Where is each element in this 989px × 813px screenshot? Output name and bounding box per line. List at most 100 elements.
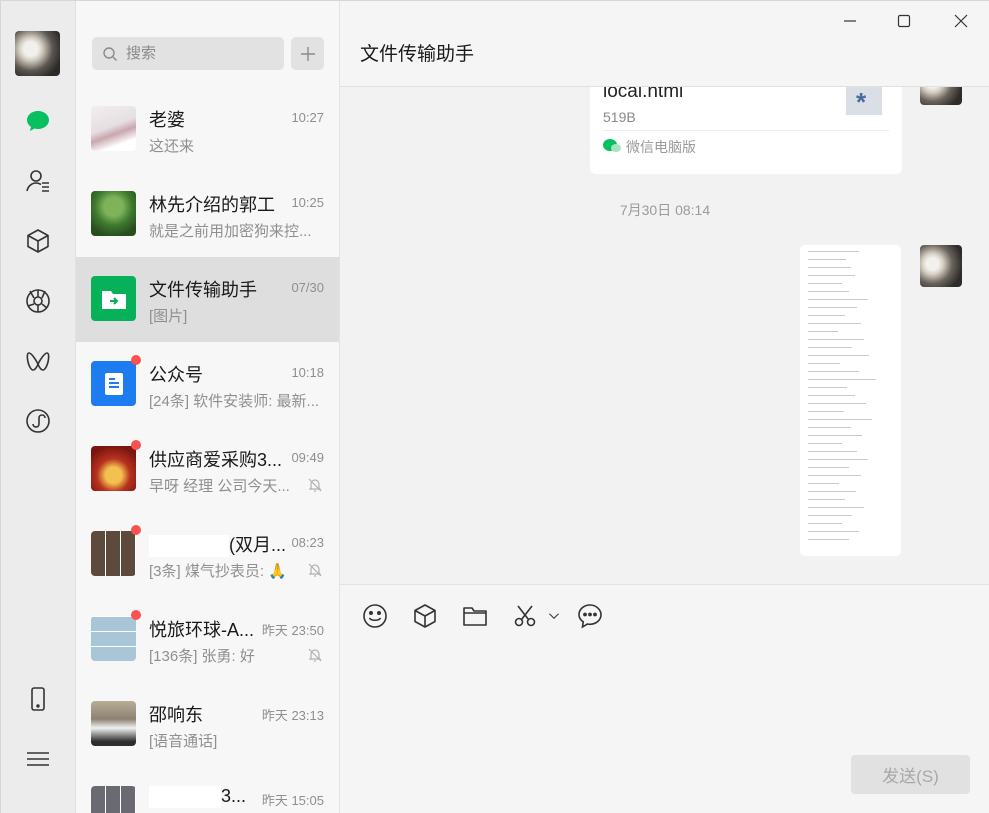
file-type-icon: * [846,87,882,117]
message-composer: 发送(S) [340,584,989,813]
chat-item[interactable]: 悦旅环球-A... 昨天 23:50 [136条] 张勇: 好 [76,597,339,682]
chat-preview: 这还来 [149,138,195,155]
favorites-button[interactable] [408,599,442,633]
file-transfer-avatar [91,276,136,321]
unread-dot [131,610,141,620]
chat-name: 公众号 [149,365,203,385]
divider [603,130,889,131]
group-avatar [91,786,136,813]
chat-item[interactable]: 老婆 10:27 这还来 [76,87,339,172]
search-box[interactable] [92,37,284,70]
add-button[interactable] [291,37,324,70]
unread-dot [131,355,141,365]
group-avatar [91,616,136,661]
chat-item[interactable]: 3... 昨天 15:05 [76,767,339,813]
conversation-header: 文件传输助手 [340,1,989,87]
chat-preview: [语音通话] [149,733,218,750]
chat-name: (双月... [149,531,286,558]
chat-name: 林先介绍的郭工 [149,195,275,215]
unread-dot [131,525,141,535]
phone-icon[interactable] [21,682,55,716]
conversation-title: 文件传输助手 [360,44,475,65]
contacts-icon[interactable] [21,164,55,198]
mute-bell-icon [308,478,322,492]
close-button[interactable] [941,7,981,35]
chat-name: 3... [149,786,246,809]
chat-preview: [图片] [149,308,188,325]
emoji-icon [363,604,387,628]
send-file-button[interactable] [458,599,492,633]
close-icon [954,14,968,28]
message-area: local.html 519B * 微信电脑版 7月30日 08:14 [340,87,989,584]
search-input[interactable] [126,45,276,62]
chat-item[interactable]: 文件传输助手 07/30 [图片] [76,257,339,342]
chat-name: 邵响东 [149,705,203,725]
chat-time: 10:18 [291,365,324,380]
file-source: 微信电脑版 [626,139,696,155]
folder-arrow-icon [101,290,126,309]
maximize-icon [897,14,911,28]
chat-time: 09:49 [291,450,324,465]
scissors-icon [514,605,536,627]
chats-icon[interactable] [21,104,55,138]
wechat-window: 老婆 10:27 这还来 林先介绍的郭工 10:25 就是之前用加密狗来控...… [0,0,989,813]
chat-time: 昨天 23:13 [261,708,324,723]
cube-icon [414,604,436,628]
file-message[interactable]: local.html 519B * 微信电脑版 [590,87,902,174]
chat-preview: [136条] 张勇: 好 [149,648,255,665]
unread-dot [131,440,141,450]
menu-icon[interactable] [21,742,55,776]
official-accounts-avatar [91,361,136,406]
chat-list: 老婆 10:27 这还来 林先介绍的郭工 10:25 就是之前用加密狗来控...… [76,1,340,813]
moments-icon[interactable] [21,284,55,318]
minimize-button[interactable] [830,7,870,35]
send-button[interactable]: 发送(S) [851,755,970,794]
channels-icon[interactable] [21,344,55,378]
group-avatar [91,446,136,491]
redacted-block [149,786,221,809]
favorites-icon[interactable] [21,224,55,258]
chat-bubble-icon [578,604,602,629]
chat-name: 供应商爱采购3... [149,450,283,470]
chat-history-button[interactable] [573,599,607,633]
file-name: local.html [603,87,684,102]
chat-item[interactable]: 公众号 10:18 [24条] 软件安装师: 最新... [76,342,339,427]
left-nav [1,1,76,813]
chat-item[interactable]: (双月... 08:23 [3条] 煤气抄表员: 🙏 [76,512,339,597]
chat-time: 08:23 [291,535,324,550]
plus-icon [300,46,315,61]
chat-preview: 就是之前用加密狗来控... [149,223,312,240]
screenshot-options-button[interactable] [540,599,568,633]
message-timestamp: 7月30日 08:14 [619,202,711,218]
maximize-button[interactable] [884,7,924,35]
contact-avatar [91,191,136,236]
image-message[interactable] [800,245,901,556]
chat-item[interactable]: 邵响东 昨天 23:13 [语音通话] [76,682,339,767]
redacted-block [149,535,229,558]
mini-programs-icon[interactable] [21,404,55,438]
group-avatar [91,531,136,576]
contact-avatar [91,106,136,151]
chat-name: 悦旅环球-A... [149,620,255,640]
document-icon [104,372,123,395]
chat-time: 昨天 23:50 [261,623,324,638]
screenshot-button[interactable] [508,599,542,633]
sender-avatar[interactable] [920,245,962,287]
chat-item[interactable]: 供应商爱采购3... 09:49 早呀 经理 公司今天... [76,427,339,512]
wechat-icon [603,139,621,152]
mute-bell-icon [308,563,322,577]
user-avatar[interactable] [15,31,60,76]
file-size: 519B [603,109,636,125]
chat-preview: 早呀 经理 公司今天... [149,478,290,495]
emoji-button[interactable] [358,599,392,633]
contact-avatar [91,701,136,746]
chat-time: 07/30 [291,280,324,295]
chat-name: 老婆 [149,110,185,130]
chat-item[interactable]: 林先介绍的郭工 10:25 就是之前用加密狗来控... [76,172,339,257]
chat-preview: [24条] 软件安装师: 最新... [149,393,320,410]
chat-name: 文件传输助手 [149,280,257,300]
chat-time: 10:27 [291,110,324,125]
minimize-icon [844,20,856,22]
sender-avatar[interactable] [920,87,962,105]
chat-time: 昨天 15:05 [261,793,324,808]
